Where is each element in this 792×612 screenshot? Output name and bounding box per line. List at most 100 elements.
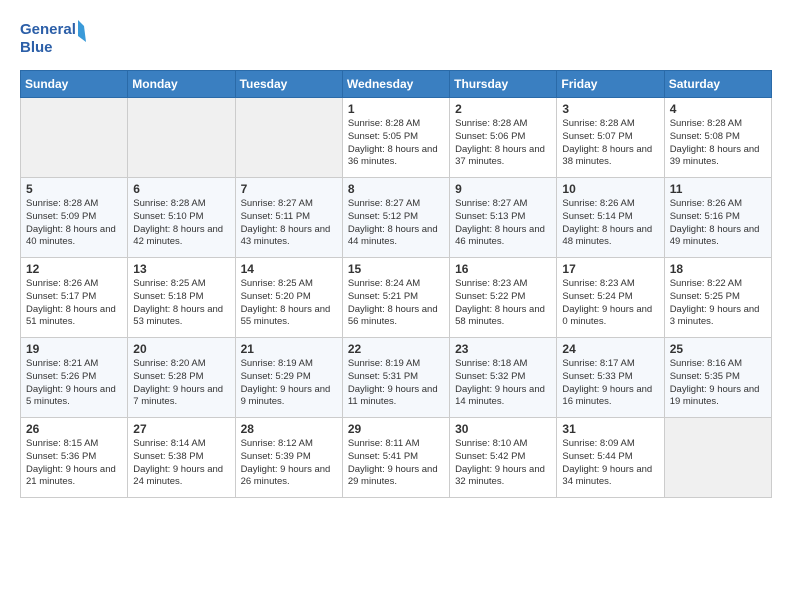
- calendar-cell: 6 Sunrise: 8:28 AMSunset: 5:10 PMDaylight…: [128, 178, 235, 258]
- day-number: 20: [133, 342, 229, 356]
- cell-content: Sunrise: 8:24 AMSunset: 5:21 PMDaylight:…: [348, 278, 444, 329]
- cell-content: Sunrise: 8:26 AMSunset: 5:16 PMDaylight:…: [670, 198, 766, 249]
- cell-content: Sunrise: 8:26 AMSunset: 5:17 PMDaylight:…: [26, 278, 122, 329]
- calendar-cell: 31Sunrise: 8:09 AMSunset: 5:44 PMDayligh…: [557, 418, 664, 498]
- day-number: 19: [26, 342, 122, 356]
- cell-content: Sunrise: 8:17 AMSunset: 5:33 PMDaylight:…: [562, 358, 658, 409]
- day-number: 28: [241, 422, 337, 436]
- calendar-week-row: 12 Sunrise: 8:26 AMSunset: 5:17 PMDayligh…: [21, 258, 772, 338]
- day-number: 11: [670, 182, 766, 196]
- svg-text:Blue: Blue: [20, 39, 53, 56]
- day-number: 10: [562, 182, 658, 196]
- calendar-cell: 22 Sunrise: 8:19 AMSunset: 5:31 PMDayligh…: [342, 338, 449, 418]
- cell-content: Sunrise: 8:27 AMSunset: 5:11 PMDaylight:…: [241, 198, 337, 249]
- calendar-cell: 11 Sunrise: 8:26 AMSunset: 5:16 PMDayligh…: [664, 178, 771, 258]
- cell-content: Sunrise: 8:28 AMSunset: 5:06 PMDaylight:…: [455, 118, 551, 169]
- day-number: 16: [455, 262, 551, 276]
- day-number: 24: [562, 342, 658, 356]
- calendar-cell: 14 Sunrise: 8:25 AMSunset: 5:20 PMDayligh…: [235, 258, 342, 338]
- calendar-cell: 1 Sunrise: 8:28 AMSunset: 5:05 PMDaylight…: [342, 98, 449, 178]
- cell-content: Sunrise: 8:15 AMSunset: 5:36 PMDaylight:…: [26, 438, 122, 489]
- weekday-header-row: SundayMondayTuesdayWednesdayThursdayFrid…: [21, 71, 772, 98]
- day-number: 29: [348, 422, 444, 436]
- day-number: 31: [562, 422, 658, 436]
- cell-content: Sunrise: 8:22 AMSunset: 5:25 PMDaylight:…: [670, 278, 766, 329]
- calendar-cell: 17Sunrise: 8:23 AMSunset: 5:24 PMDayligh…: [557, 258, 664, 338]
- calendar-cell: 5Sunrise: 8:28 AMSunset: 5:09 PMDaylight…: [21, 178, 128, 258]
- calendar-cell: 12 Sunrise: 8:26 AMSunset: 5:17 PMDayligh…: [21, 258, 128, 338]
- cell-content: Sunrise: 8:20 AMSunset: 5:28 PMDaylight:…: [133, 358, 229, 409]
- day-number: 7: [241, 182, 337, 196]
- cell-content: Sunrise: 8:25 AMSunset: 5:18 PMDaylight:…: [133, 278, 229, 329]
- calendar-cell: 16Sunrise: 8:23 AMSunset: 5:22 PMDayligh…: [450, 258, 557, 338]
- cell-content: Sunrise: 8:26 AMSunset: 5:14 PMDaylight:…: [562, 198, 658, 249]
- cell-content: Sunrise: 8:16 AMSunset: 5:35 PMDaylight:…: [670, 358, 766, 409]
- cell-content: Sunrise: 8:11 AMSunset: 5:41 PMDaylight:…: [348, 438, 444, 489]
- day-number: 22: [348, 342, 444, 356]
- cell-content: Sunrise: 8:14 AMSunset: 5:38 PMDaylight:…: [133, 438, 229, 489]
- calendar-cell: 9 Sunrise: 8:27 AMSunset: 5:13 PMDaylight…: [450, 178, 557, 258]
- day-number: 4: [670, 102, 766, 116]
- calendar-cell: [235, 98, 342, 178]
- cell-content: Sunrise: 8:28 AMSunset: 5:10 PMDaylight:…: [133, 198, 229, 249]
- calendar-week-row: 1 Sunrise: 8:28 AMSunset: 5:05 PMDaylight…: [21, 98, 772, 178]
- calendar-week-row: 26 Sunrise: 8:15 AMSunset: 5:36 PMDayligh…: [21, 418, 772, 498]
- weekday-header: Wednesday: [342, 71, 449, 98]
- day-number: 14: [241, 262, 337, 276]
- day-number: 13: [133, 262, 229, 276]
- cell-content: Sunrise: 8:28 AMSunset: 5:05 PMDaylight:…: [348, 118, 444, 169]
- page-header: General Blue: [20, 16, 772, 60]
- calendar-cell: 19 Sunrise: 8:21 AMSunset: 5:26 PMDayligh…: [21, 338, 128, 418]
- calendar-cell: 7 Sunrise: 8:27 AMSunset: 5:11 PMDaylight…: [235, 178, 342, 258]
- calendar-cell: [664, 418, 771, 498]
- calendar-cell: 23 Sunrise: 8:18 AMSunset: 5:32 PMDayligh…: [450, 338, 557, 418]
- calendar-cell: [128, 98, 235, 178]
- weekday-header: Friday: [557, 71, 664, 98]
- weekday-header: Thursday: [450, 71, 557, 98]
- day-number: 1: [348, 102, 444, 116]
- weekday-header: Sunday: [21, 71, 128, 98]
- day-number: 25: [670, 342, 766, 356]
- calendar-cell: 13 Sunrise: 8:25 AMSunset: 5:18 PMDayligh…: [128, 258, 235, 338]
- calendar-cell: 20 Sunrise: 8:20 AMSunset: 5:28 PMDayligh…: [128, 338, 235, 418]
- cell-content: Sunrise: 8:18 AMSunset: 5:32 PMDaylight:…: [455, 358, 551, 409]
- day-number: 18: [670, 262, 766, 276]
- day-number: 6: [133, 182, 229, 196]
- calendar-cell: 26 Sunrise: 8:15 AMSunset: 5:36 PMDayligh…: [21, 418, 128, 498]
- calendar-cell: 15Sunrise: 8:24 AMSunset: 5:21 PMDayligh…: [342, 258, 449, 338]
- day-number: 30: [455, 422, 551, 436]
- cell-content: Sunrise: 8:27 AMSunset: 5:12 PMDaylight:…: [348, 198, 444, 249]
- logo-svg: General Blue: [20, 16, 90, 60]
- cell-content: Sunrise: 8:21 AMSunset: 5:26 PMDaylight:…: [26, 358, 122, 409]
- day-number: 27: [133, 422, 229, 436]
- calendar-cell: 18 Sunrise: 8:22 AMSunset: 5:25 PMDayligh…: [664, 258, 771, 338]
- calendar-cell: 2Sunrise: 8:28 AMSunset: 5:06 PMDaylight…: [450, 98, 557, 178]
- svg-text:General: General: [20, 21, 76, 38]
- day-number: 23: [455, 342, 551, 356]
- cell-content: Sunrise: 8:12 AMSunset: 5:39 PMDaylight:…: [241, 438, 337, 489]
- cell-content: Sunrise: 8:19 AMSunset: 5:29 PMDaylight:…: [241, 358, 337, 409]
- calendar-cell: 27 Sunrise: 8:14 AMSunset: 5:38 PMDayligh…: [128, 418, 235, 498]
- day-number: 8: [348, 182, 444, 196]
- day-number: 21: [241, 342, 337, 356]
- day-number: 26: [26, 422, 122, 436]
- calendar-cell: 30Sunrise: 8:10 AMSunset: 5:42 PMDayligh…: [450, 418, 557, 498]
- calendar-cell: 3Sunrise: 8:28 AMSunset: 5:07 PMDaylight…: [557, 98, 664, 178]
- cell-content: Sunrise: 8:25 AMSunset: 5:20 PMDaylight:…: [241, 278, 337, 329]
- day-number: 12: [26, 262, 122, 276]
- calendar-week-row: 5Sunrise: 8:28 AMSunset: 5:09 PMDaylight…: [21, 178, 772, 258]
- calendar-week-row: 19 Sunrise: 8:21 AMSunset: 5:26 PMDayligh…: [21, 338, 772, 418]
- day-number: 3: [562, 102, 658, 116]
- day-number: 9: [455, 182, 551, 196]
- calendar-cell: 29 Sunrise: 8:11 AMSunset: 5:41 PMDayligh…: [342, 418, 449, 498]
- cell-content: Sunrise: 8:19 AMSunset: 5:31 PMDaylight:…: [348, 358, 444, 409]
- calendar-cell: 21 Sunrise: 8:19 AMSunset: 5:29 PMDayligh…: [235, 338, 342, 418]
- calendar-cell: 4Sunrise: 8:28 AMSunset: 5:08 PMDaylight…: [664, 98, 771, 178]
- weekday-header: Tuesday: [235, 71, 342, 98]
- cell-content: Sunrise: 8:23 AMSunset: 5:24 PMDaylight:…: [562, 278, 658, 329]
- calendar-cell: 24 Sunrise: 8:17 AMSunset: 5:33 PMDayligh…: [557, 338, 664, 418]
- weekday-header: Saturday: [664, 71, 771, 98]
- logo: General Blue: [20, 16, 90, 60]
- calendar-cell: 25 Sunrise: 8:16 AMSunset: 5:35 PMDayligh…: [664, 338, 771, 418]
- cell-content: Sunrise: 8:27 AMSunset: 5:13 PMDaylight:…: [455, 198, 551, 249]
